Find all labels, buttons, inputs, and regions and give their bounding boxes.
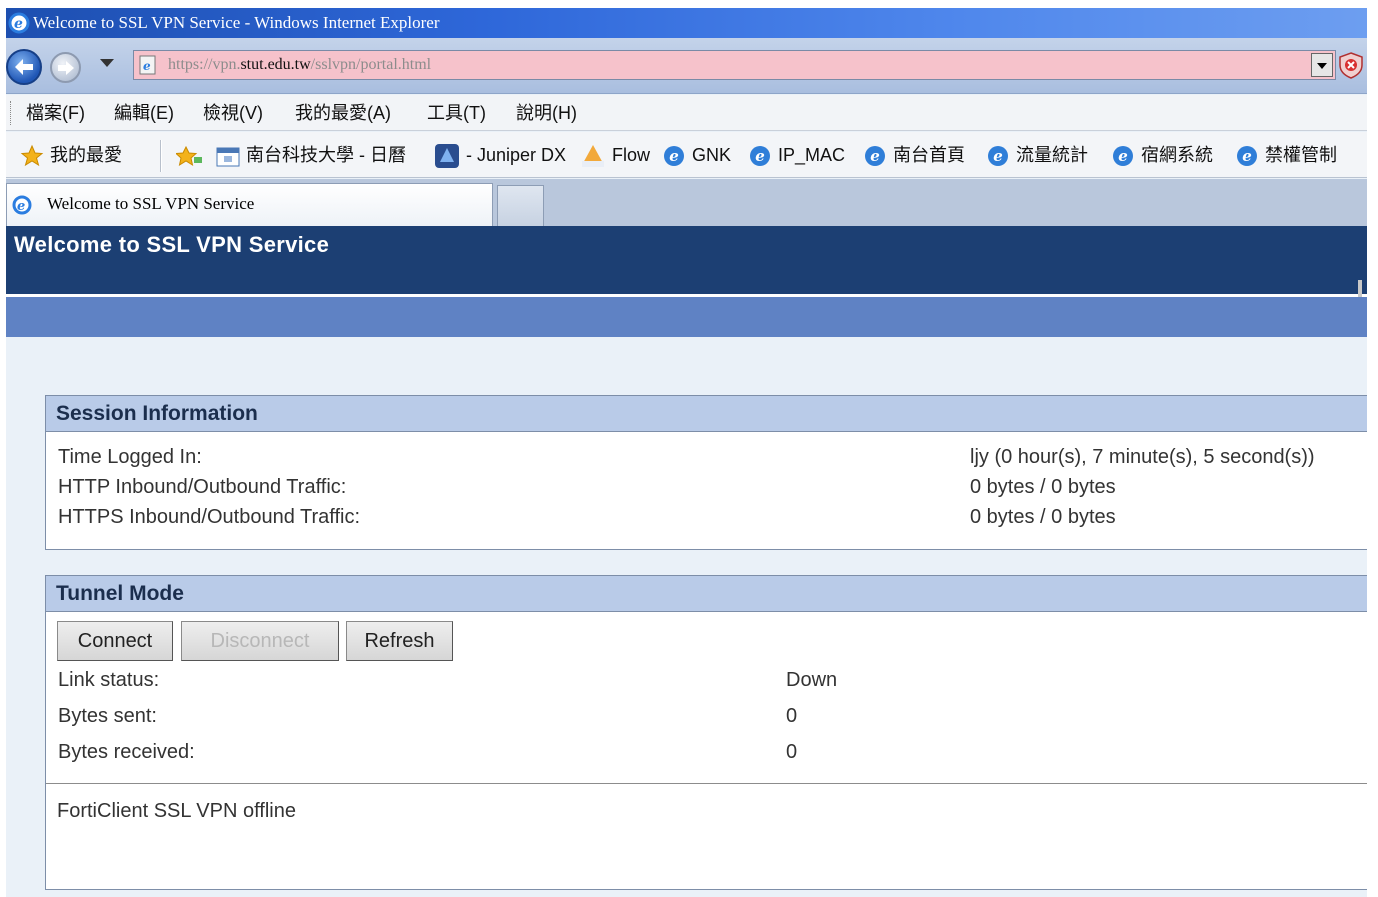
refresh-button[interactable]: Refresh [346,621,453,661]
ie-page-icon: e [1113,146,1133,167]
link-status-value: Down [786,669,838,691]
menu-view[interactable]: 檢視(V) [203,95,263,131]
tab-label: Welcome to SSL VPN Service [47,194,255,213]
tab-bar: e Welcome to SSL VPN Service [6,179,1367,226]
bytes-received-value: 0 [786,741,798,763]
bytes-received-label: Bytes received: [58,741,195,763]
favorite-link-traffic-stats[interactable]: e 流量統計 [988,132,1088,178]
toolbar-grip [10,101,13,125]
star-icon [20,144,44,167]
forward-arrow-icon [57,60,74,75]
favorites-button[interactable]: 我的最愛 [20,132,122,178]
ie-page-icon: e [988,146,1008,167]
menu-edit[interactable]: 編輯(E) [114,95,174,131]
menu-bar: 檔案(F) 編輯(E) 檢視(V) 我的最愛(A) 工具(T) 說明(H) [6,95,1367,131]
favorite-link-homepage[interactable]: e 南台首頁 [865,132,965,178]
header-band [6,297,1367,337]
page-icon: e [139,55,156,75]
favorite-link-flow[interactable]: Flow [580,132,650,178]
menu-help[interactable]: 說明(H) [516,95,577,131]
window-title: Welcome to SSL VPN Service - Windows Int… [33,13,440,32]
http-traffic-value: 0 bytes / 0 bytes [970,476,1116,498]
url-dropdown-button[interactable] [1311,53,1333,77]
favorite-link-access-control[interactable]: e 禁權管制 [1237,132,1337,178]
connect-button[interactable]: Connect [57,621,173,661]
divider [46,783,1367,784]
favorite-link-dorm-network[interactable]: e 宿網系統 [1113,132,1213,178]
juniper-icon [435,144,459,169]
favorite-link-ip-mac[interactable]: e IP_MAC [750,132,845,178]
status-message: FortiClient SSL VPN offline [57,800,296,822]
page-header: Welcome to SSL VPN Service [6,226,1367,294]
browser-window: e Welcome to SSL VPN Service - Windows I… [6,8,1367,897]
tab-ssl-vpn[interactable]: e Welcome to SSL VPN Service [6,183,493,226]
favorites-bar: 我的最愛 南台科技大學 - 日曆 - Juniper DX Flow e GNK… [6,132,1367,178]
tunnel-heading: Tunnel Mode [46,576,1367,612]
internet-explorer-icon: e [8,12,30,34]
time-logged-in-value: ljy (0 hour(s), 7 minute(s), 5 second(s)… [970,446,1315,468]
title-bar: e Welcome to SSL VPN Service - Windows I… [6,8,1367,38]
page-title: Welcome to SSL VPN Service [14,232,330,257]
menu-file[interactable]: 檔案(F) [26,95,85,131]
time-logged-in-label: Time Logged In: [58,446,202,468]
flow-icon [582,145,604,168]
bytes-sent-value: 0 [786,705,798,727]
ie-page-icon: e [664,146,684,167]
menu-tools[interactable]: 工具(T) [427,95,486,131]
svg-text:e: e [14,16,23,32]
history-dropdown-icon[interactable] [100,59,114,67]
url-field[interactable]: e https://vpn.stut.edu.tw/sslvpn/portal.… [133,50,1336,80]
separator [160,140,162,172]
back-arrow-icon [15,59,33,75]
ie-page-icon: e [750,146,770,167]
session-information-panel: Session Information Time Logged In: ljy … [45,395,1367,550]
url-text: https://vpn.stut.edu.tw/sslvpn/portal.ht… [168,56,432,73]
back-button[interactable] [6,49,42,85]
svg-text:e: e [143,59,151,73]
disconnect-button[interactable]: Disconnect [181,621,339,661]
address-toolbar: e https://vpn.stut.edu.tw/sslvpn/portal.… [6,38,1367,94]
internet-explorer-icon: e [12,195,32,215]
forward-button[interactable] [50,52,81,83]
ie-page-icon: e [1237,146,1257,167]
favorite-link-juniper[interactable]: - Juniper DX [434,132,566,178]
favorite-link-calendar[interactable]: 南台科技大學 - 日曆 [216,132,406,178]
link-status-label: Link status: [58,669,160,691]
https-traffic-label: HTTPS Inbound/Outbound Traffic: [58,506,361,528]
calendar-icon [216,147,240,167]
certificate-error-icon[interactable] [1337,51,1365,79]
bytes-sent-label: Bytes sent: [58,705,157,727]
session-heading: Session Information [46,396,1367,432]
favorite-link-gnk[interactable]: e GNK [664,132,731,178]
favorites-label: 我的最愛 [50,145,122,165]
tunnel-mode-panel: Tunnel Mode Connect Disconnect Refresh L… [45,575,1367,890]
https-traffic-value: 0 bytes / 0 bytes [970,506,1116,528]
svg-text:e: e [17,199,25,214]
menu-favorites[interactable]: 我的最愛(A) [295,95,391,131]
ie-page-icon: e [865,146,885,167]
add-favorite-icon[interactable] [176,143,204,169]
http-traffic-label: HTTP Inbound/Outbound Traffic: [58,476,347,498]
new-tab-button[interactable] [497,185,544,226]
